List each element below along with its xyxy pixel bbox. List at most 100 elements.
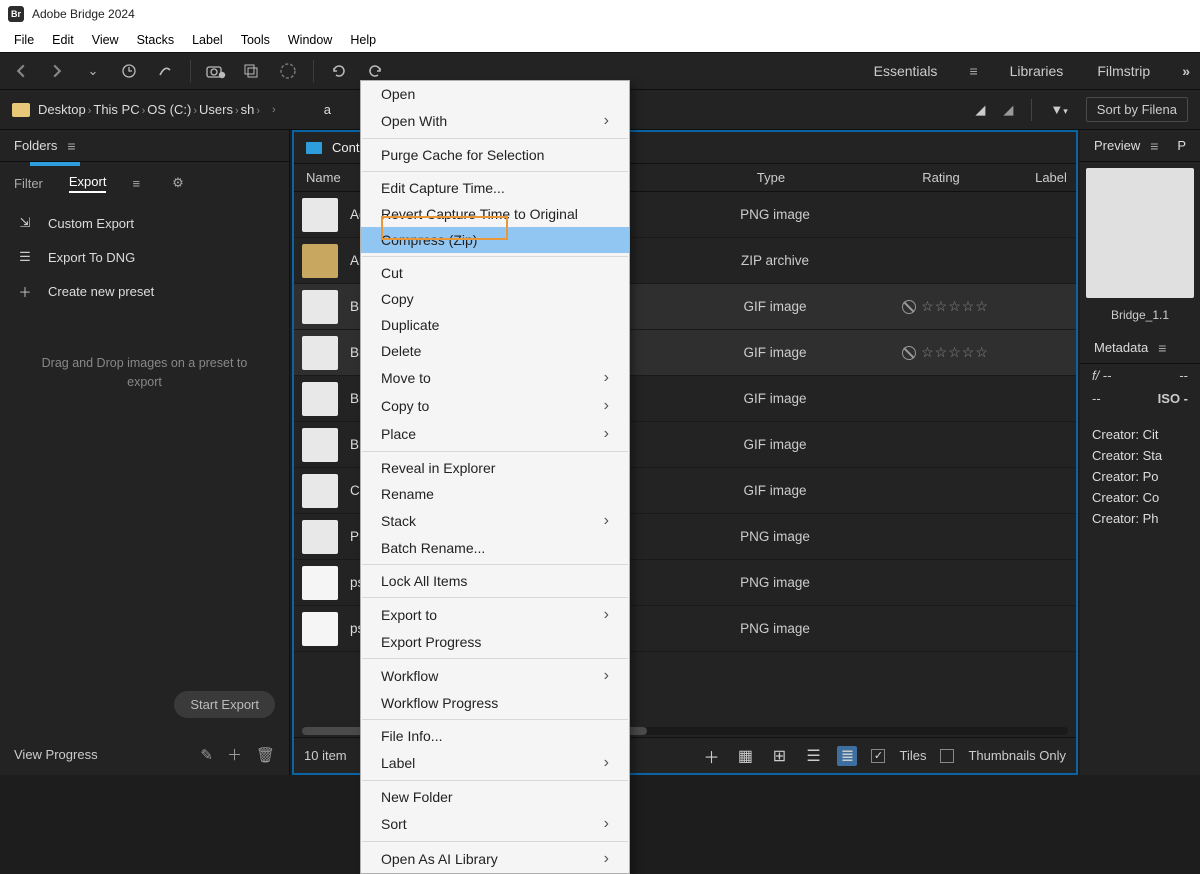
workspace-tab-filmstrip[interactable]: Filmstrip bbox=[1095, 59, 1152, 83]
thumbnails-only-checkbox[interactable] bbox=[940, 749, 954, 763]
tab-options-icon[interactable]: ≡ bbox=[969, 63, 977, 79]
folders-panel-header[interactable]: Folders ≡ bbox=[0, 130, 289, 162]
context-menu[interactable]: OpenOpen With Purge Cache for Selection Ed… bbox=[360, 80, 630, 874]
plus-icon[interactable]: ＋ bbox=[227, 744, 242, 765]
menu-view[interactable]: View bbox=[84, 31, 127, 49]
reject-icon[interactable] bbox=[902, 346, 916, 360]
workspace-tab-essentials[interactable]: Essentials bbox=[872, 59, 940, 83]
rotate-ccw-icon[interactable] bbox=[328, 60, 350, 82]
context-menu-item[interactable]: File Info... bbox=[361, 723, 629, 749]
start-export-button[interactable]: Start Export bbox=[174, 691, 275, 718]
chevron-right-icon[interactable]: › bbox=[272, 104, 276, 116]
breadcrumb-item[interactable]: Users bbox=[199, 102, 233, 117]
camera-download-icon[interactable] bbox=[205, 60, 227, 82]
list-view-icon[interactable]: ≣ bbox=[837, 746, 857, 766]
preview-thumbnail[interactable] bbox=[1086, 168, 1194, 298]
rotate-cw-icon[interactable] bbox=[364, 60, 386, 82]
panel-menu-icon[interactable]: ≡ bbox=[67, 138, 75, 154]
file-rating[interactable]: ☆☆☆☆☆ bbox=[860, 344, 1030, 361]
col-type[interactable]: Type bbox=[686, 170, 856, 185]
panel-menu-icon[interactable]: ≡ bbox=[1158, 340, 1166, 356]
context-menu-item[interactable]: Place bbox=[361, 420, 629, 448]
menu-stacks[interactable]: Stacks bbox=[129, 31, 183, 49]
view-progress-label[interactable]: View Progress bbox=[14, 747, 98, 762]
details-view-icon[interactable]: ☰ bbox=[803, 746, 823, 766]
list-icon: ☰ bbox=[16, 248, 34, 266]
dropdown-chevron-icon[interactable]: ⌄ bbox=[82, 60, 104, 82]
tab-filter[interactable]: Filter bbox=[14, 176, 43, 191]
breadcrumb-item[interactable]: This PC bbox=[93, 102, 139, 117]
file-thumbnail bbox=[302, 612, 338, 646]
back-button[interactable] bbox=[10, 60, 32, 82]
context-menu-item[interactable]: Copy bbox=[361, 286, 629, 312]
tiles-checkbox[interactable]: ✓ bbox=[871, 749, 885, 763]
context-menu-item[interactable]: Purge Cache for Selection bbox=[361, 142, 629, 168]
context-menu-item[interactable]: Edit Capture Time... bbox=[361, 175, 629, 201]
overflow-icon[interactable]: » bbox=[1182, 63, 1190, 79]
context-menu-item[interactable]: Delete bbox=[361, 338, 629, 364]
filter-funnel-icon[interactable]: ▼▾ bbox=[1050, 102, 1067, 117]
menu-tools[interactable]: Tools bbox=[233, 31, 278, 49]
context-menu-item[interactable]: Stack bbox=[361, 507, 629, 535]
breadcrumb-item[interactable]: Desktop bbox=[38, 102, 86, 117]
ascending-icon[interactable]: ◢ bbox=[975, 102, 985, 118]
context-menu-item[interactable]: Open bbox=[361, 81, 629, 107]
context-menu-item[interactable]: Open With bbox=[361, 107, 629, 135]
context-menu-item[interactable]: Rename bbox=[361, 481, 629, 507]
grid-view-icon[interactable]: ▦ bbox=[735, 746, 755, 766]
context-menu-item[interactable]: Lock All Items bbox=[361, 568, 629, 594]
col-rating[interactable]: Rating bbox=[856, 170, 1026, 185]
export-item[interactable]: ☰ Export To DNG bbox=[0, 240, 289, 274]
pencil-icon[interactable]: ✎ bbox=[200, 746, 213, 764]
export-item-label: Export To DNG bbox=[48, 250, 135, 265]
tab-export[interactable]: Export bbox=[69, 174, 107, 193]
context-menu-item[interactable]: Reveal in Explorer bbox=[361, 455, 629, 481]
menubar: FileEditViewStacksLabelToolsWindowHelp bbox=[0, 28, 1200, 52]
reject-icon[interactable] bbox=[902, 300, 916, 314]
panel-menu-icon[interactable]: ≡ bbox=[1150, 138, 1158, 154]
context-menu-item[interactable]: Duplicate bbox=[361, 312, 629, 338]
menu-label[interactable]: Label bbox=[184, 31, 231, 49]
context-menu-item[interactable]: Export to bbox=[361, 601, 629, 629]
aperture-icon[interactable] bbox=[277, 60, 299, 82]
context-menu-item[interactable]: Label bbox=[361, 749, 629, 777]
boomerang-icon[interactable] bbox=[154, 60, 176, 82]
context-menu-item[interactable]: Open As AI Library bbox=[361, 845, 629, 873]
forward-button[interactable] bbox=[46, 60, 68, 82]
breadcrumb-item[interactable]: sh bbox=[241, 102, 255, 117]
context-menu-item[interactable]: Workflow bbox=[361, 662, 629, 690]
file-thumbnail bbox=[302, 566, 338, 600]
workspace-tab-libraries[interactable]: Libraries bbox=[1008, 59, 1066, 83]
export-item[interactable]: ⇲Custom Export bbox=[0, 206, 289, 240]
context-menu-item[interactable]: Compress (Zip) bbox=[361, 227, 629, 253]
export-item[interactable]: ＋Create new preset bbox=[0, 274, 289, 308]
copy-stack-icon[interactable] bbox=[241, 60, 263, 82]
context-menu-item[interactable]: Cut bbox=[361, 260, 629, 286]
publish-label[interactable]: P bbox=[1177, 138, 1186, 153]
sort-button[interactable]: Sort by Filena bbox=[1086, 97, 1188, 122]
ascending-alt-icon[interactable]: ◢ bbox=[1003, 102, 1013, 118]
menu-help[interactable]: Help bbox=[342, 31, 384, 49]
file-rating[interactable]: ☆☆☆☆☆ bbox=[860, 298, 1030, 315]
menu-edit[interactable]: Edit bbox=[44, 31, 82, 49]
breadcrumb-item[interactable]: OS (C:) bbox=[147, 102, 191, 117]
gear-icon[interactable]: ⚙ bbox=[172, 175, 184, 191]
col-label[interactable]: Label bbox=[1026, 170, 1076, 185]
context-menu-item[interactable]: Copy to bbox=[361, 392, 629, 420]
menu-file[interactable]: File bbox=[6, 31, 42, 49]
context-menu-item[interactable]: Revert Capture Time to Original bbox=[361, 201, 629, 227]
small-grid-icon[interactable]: ⊞ bbox=[769, 746, 789, 766]
context-menu-item[interactable]: Export Progress bbox=[361, 629, 629, 655]
trash-icon[interactable]: 🗑 bbox=[256, 746, 275, 764]
context-menu-item[interactable]: New Folder bbox=[361, 784, 629, 810]
history-icon[interactable] bbox=[118, 60, 140, 82]
export-item-label: Create new preset bbox=[48, 284, 154, 299]
context-menu-item[interactable]: Sort bbox=[361, 810, 629, 838]
menu-window[interactable]: Window bbox=[280, 31, 340, 49]
chevron-right-icon: › bbox=[193, 105, 197, 117]
zoom-plus-icon[interactable]: ＋ bbox=[701, 746, 721, 766]
context-menu-item[interactable]: Batch Rename... bbox=[361, 535, 629, 561]
context-menu-item[interactable]: Workflow Progress bbox=[361, 690, 629, 716]
panel-menu-icon[interactable]: ≡ bbox=[132, 176, 140, 191]
context-menu-item[interactable]: Move to bbox=[361, 364, 629, 392]
